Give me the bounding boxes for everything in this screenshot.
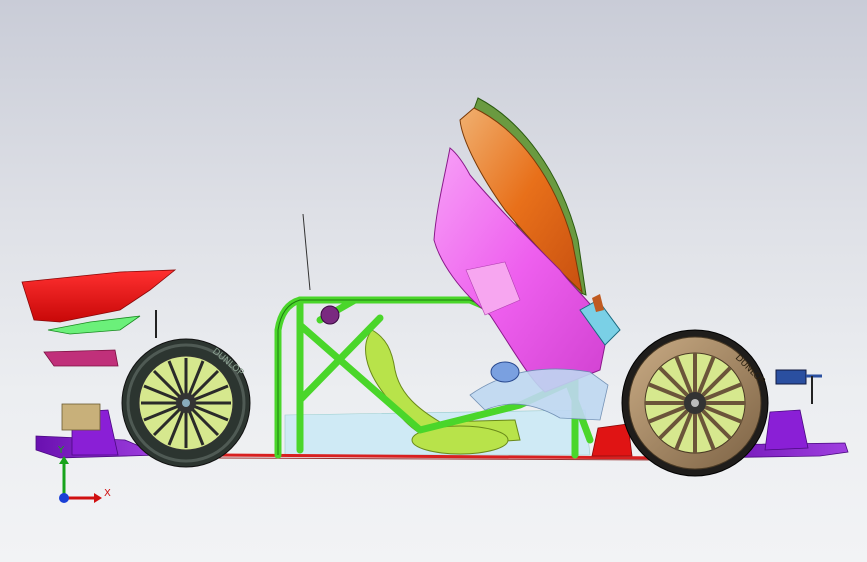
z-axis-dot	[59, 493, 69, 503]
front-mirror	[775, 369, 822, 404]
front-wheel	[621, 329, 769, 477]
rear-box	[61, 403, 101, 431]
coordinate-triad[interactable]	[50, 448, 110, 506]
red-block-front	[591, 423, 633, 457]
front-block	[764, 409, 809, 451]
antenna	[302, 213, 311, 291]
rear-wing-lower	[43, 349, 119, 367]
y-axis-label: Y	[58, 445, 65, 456]
rear-wing-top	[21, 269, 177, 323]
harness-mount	[320, 305, 340, 325]
cad-viewport[interactable]: DUNLOP DUNLOP X Y	[0, 0, 867, 562]
pedal-box	[490, 361, 520, 383]
x-axis-label: X	[104, 488, 111, 499]
canopy-door	[433, 97, 609, 393]
car-model[interactable]: DUNLOP DUNLOP	[0, 0, 867, 562]
